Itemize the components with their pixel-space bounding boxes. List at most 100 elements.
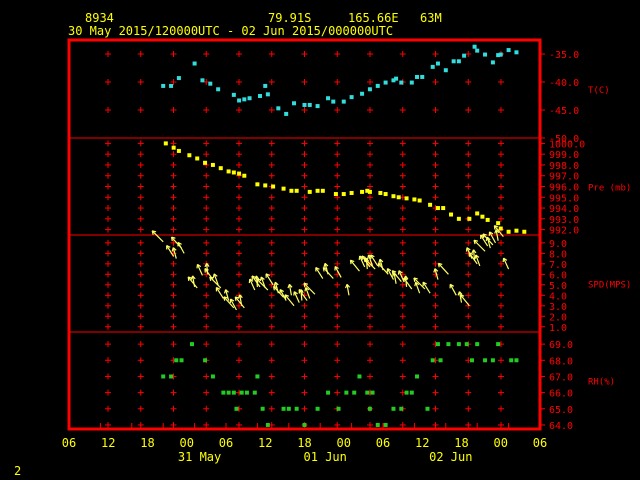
rh-point xyxy=(189,342,194,347)
y-tick-label: 65.0 xyxy=(549,405,573,416)
temp-point xyxy=(192,61,197,66)
meteogram-chart: 8934 79.91S 165.66E 63M 30 May 2015/120000UT… xyxy=(14,11,631,478)
rh-point xyxy=(265,422,270,427)
temp-point xyxy=(307,102,312,107)
rh-point xyxy=(483,358,488,363)
y-tick-label: 69.0 xyxy=(549,340,573,351)
y-tick-label: 992.0 xyxy=(549,226,579,237)
rh-point xyxy=(399,406,404,411)
pressure-point xyxy=(289,188,294,193)
x-tick-label: 06 xyxy=(376,436,390,450)
temp-point xyxy=(284,111,289,116)
pressure-point xyxy=(271,184,276,189)
pressure-point xyxy=(367,189,372,194)
temp-point xyxy=(399,80,404,85)
y-tick-label: 3.0 xyxy=(549,302,567,313)
pressure-point xyxy=(281,186,286,191)
rh-point xyxy=(336,406,341,411)
rh-point xyxy=(475,342,480,347)
rh-point xyxy=(357,374,362,379)
y-tick-label: 67.0 xyxy=(549,372,573,383)
wind-arrow-head xyxy=(273,282,276,287)
wind-arrow xyxy=(349,259,360,272)
pressure-point xyxy=(203,160,208,165)
rh-point xyxy=(375,422,380,427)
pressure-point xyxy=(522,229,527,234)
panel-temp xyxy=(105,44,545,139)
pressure-point xyxy=(176,148,181,153)
rh-point xyxy=(365,390,370,395)
temp-point xyxy=(161,83,166,88)
y-tick-label: 68.0 xyxy=(549,356,573,367)
pressure-point xyxy=(210,162,215,167)
rh-point xyxy=(430,358,435,363)
wind-arrow-head xyxy=(322,267,325,272)
wind-arrow xyxy=(437,262,449,275)
pressure-point xyxy=(349,190,354,195)
rh-point xyxy=(179,358,184,363)
wind-arrow-head xyxy=(349,260,352,265)
rh-point xyxy=(490,358,495,363)
pressure-point xyxy=(171,145,176,150)
temp-point xyxy=(456,59,461,64)
temp-point xyxy=(462,53,467,58)
x-date-label: 31 May xyxy=(178,450,221,464)
temp-point xyxy=(514,50,519,55)
rh-point xyxy=(161,374,166,379)
pressure-point xyxy=(218,166,223,171)
y-tick-label: 64.0 xyxy=(549,421,573,432)
wind-arrow-head xyxy=(345,284,348,289)
wind-arrow-head xyxy=(474,254,477,259)
pressure-point xyxy=(195,156,200,161)
rh-point xyxy=(514,358,519,363)
rh-point xyxy=(367,406,372,411)
panel-rh xyxy=(105,341,545,428)
pressure-point xyxy=(320,188,325,193)
wind-arrow-head xyxy=(459,294,462,299)
wind-arrow-head xyxy=(323,263,326,268)
temp-point xyxy=(231,92,236,97)
x-tick-label: 06 xyxy=(533,436,547,450)
wind-arrow xyxy=(468,252,478,265)
x-tick-label: 06 xyxy=(62,436,76,450)
y-tick-label: 996.0 xyxy=(549,183,579,194)
wind-arrow-head xyxy=(304,287,307,292)
pressure-point xyxy=(226,169,231,174)
wind-arrow-head xyxy=(378,258,381,264)
pressure-point xyxy=(435,206,440,211)
wind-arrow xyxy=(473,239,486,252)
rh-point xyxy=(446,342,451,347)
x-tick-label: 00 xyxy=(337,436,351,450)
panel-wind xyxy=(105,225,545,330)
pressure-point xyxy=(506,229,511,234)
y-tick-label: 5.0 xyxy=(549,281,567,292)
rh-point xyxy=(255,374,260,379)
y-tick-label: 993.0 xyxy=(549,215,579,226)
rh-point xyxy=(425,406,430,411)
wind-arrow-head xyxy=(494,229,497,234)
y-tick-label: 998.0 xyxy=(549,161,579,172)
y-tick-label: 2.0 xyxy=(549,312,567,323)
temp-point xyxy=(208,81,213,86)
temp-point xyxy=(263,83,268,88)
wind-arrow xyxy=(377,262,389,275)
x-tick-label: 00 xyxy=(180,436,194,450)
rh-point xyxy=(294,406,299,411)
pressure-point xyxy=(496,221,501,226)
y-tick-label: -40.0 xyxy=(549,78,579,89)
rh-point xyxy=(203,358,208,363)
temp-point xyxy=(265,92,270,97)
temp-point xyxy=(420,74,425,79)
pressure-point xyxy=(163,141,168,146)
y-tick-label: 994.0 xyxy=(549,204,579,215)
rh-point xyxy=(438,358,443,363)
rh-point xyxy=(302,422,307,427)
pressure-point xyxy=(485,217,490,222)
y-tick-label: 8.0 xyxy=(549,249,567,260)
x-tick-label: 18 xyxy=(454,436,468,450)
rh-point xyxy=(456,342,461,347)
temp-point xyxy=(169,83,174,88)
pressure-point xyxy=(417,198,422,203)
time-range: 30 May 2015/120000UTC - 02 Jun 2015/0000… xyxy=(68,24,393,38)
x-tick-label: 12 xyxy=(101,436,115,450)
